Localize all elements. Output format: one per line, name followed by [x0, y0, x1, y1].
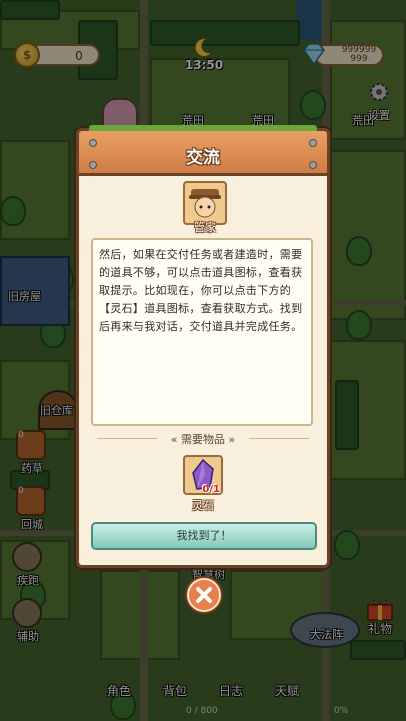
divider [249, 438, 309, 439]
close-icon [196, 587, 212, 603]
close-button[interactable] [187, 578, 221, 612]
required-items-title: « 需要物品 » [170, 433, 236, 446]
dialog-message: 然后，如果在交付任务或者建造时，需要的道具不够，可以点击道具图标，查看获取提示。… [91, 238, 313, 426]
dialog-header: 交流 [76, 125, 330, 176]
found-it-button[interactable]: 我找到了！ [91, 522, 317, 550]
npc-name: 管家 [194, 221, 216, 234]
dialog-panel: 交流 管家 然后，如果在交付任务或者建造时，需要的道具不够，可以点击道具图标，查… [76, 125, 330, 568]
item-count: 0/1 [202, 484, 220, 495]
butler-portrait-icon [189, 189, 221, 218]
grass-trim [89, 125, 317, 131]
dialog-title: 交流 [186, 148, 220, 168]
spirit-stone-item-slot[interactable]: 0/1 [183, 455, 223, 495]
item-name: 灵石 [192, 499, 214, 512]
